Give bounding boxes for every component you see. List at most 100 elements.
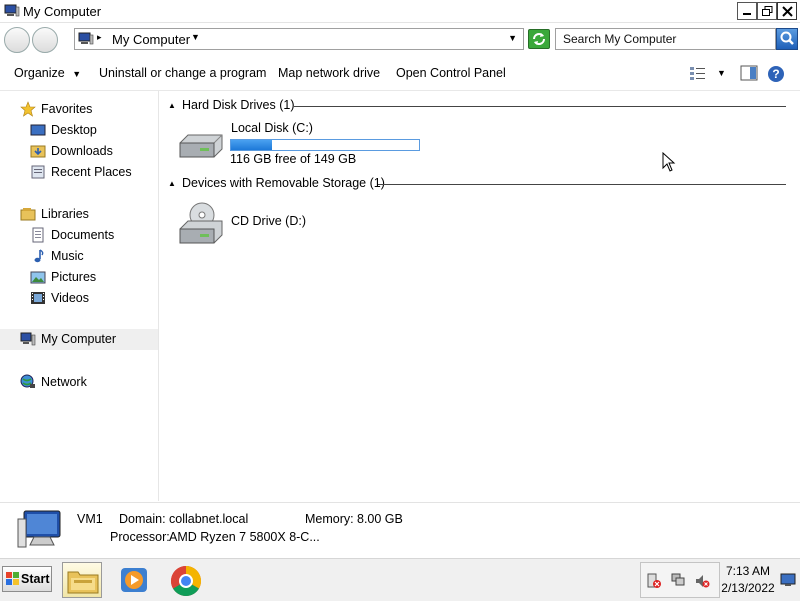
- media-player-icon: [121, 568, 147, 592]
- drive-usage-fill: [231, 140, 273, 150]
- nav-label: Downloads: [51, 144, 113, 158]
- processor-value: AMD Ryzen 7 5800X 8-C...: [169, 530, 320, 544]
- drive-usage-bar: [230, 139, 420, 151]
- taskbar-media-player[interactable]: [114, 562, 154, 598]
- refresh-button[interactable]: [528, 29, 550, 49]
- nav-item-music[interactable]: Music: [0, 246, 158, 266]
- group-header-hard-disk-drives[interactable]: ▲ Hard Disk Drives (1): [168, 98, 794, 114]
- address-bar[interactable]: ▸ My Computer ▼ ▼: [74, 28, 524, 50]
- group-divider: [378, 184, 786, 185]
- nav-label: Recent Places: [51, 165, 132, 179]
- drive-free-space: 116 GB free of 149 GB: [230, 152, 357, 166]
- nav-item-favorites[interactable]: Favorites: [0, 99, 158, 119]
- taskbar: Start 7:13 AM 2/13/2022: [0, 558, 800, 601]
- organize-label: Organize: [14, 66, 65, 80]
- processor-label: Processor:: [110, 530, 170, 544]
- documents-icon: [32, 227, 44, 243]
- help-icon[interactable]: ?: [767, 65, 785, 83]
- uninstall-program-button[interactable]: Uninstall or change a program: [99, 66, 266, 80]
- mouse-pointer-icon: [662, 152, 676, 172]
- recent-places-icon: [31, 165, 45, 179]
- group-header-removable-storage[interactable]: ▲ Devices with Removable Storage (1): [168, 176, 794, 192]
- start-button[interactable]: Start: [2, 566, 52, 592]
- notification-area: [640, 562, 720, 598]
- nav-item-videos[interactable]: Videos: [0, 288, 158, 308]
- breadcrumb-separator-icon[interactable]: ▸: [97, 32, 102, 43]
- nav-label: Network: [41, 375, 87, 389]
- nav-item-downloads[interactable]: Downloads: [0, 141, 158, 161]
- hard-drive-icon: [179, 134, 223, 158]
- nav-label: Documents: [51, 228, 115, 242]
- nav-item-network[interactable]: Network: [0, 372, 158, 392]
- computer-large-icon: [17, 510, 61, 548]
- search-input[interactable]: Search My Computer: [555, 28, 776, 50]
- action-center-warning-icon[interactable]: [646, 573, 662, 589]
- search-icon: [780, 31, 794, 45]
- address-row: ▸ My Computer ▼ ▼ Search My Computer: [0, 23, 800, 57]
- folder-icon: [67, 571, 99, 594]
- view-options-icon[interactable]: [689, 65, 707, 81]
- drive-name: CD Drive (D:): [231, 214, 306, 228]
- close-button[interactable]: [777, 2, 797, 20]
- restore-icon: [761, 5, 772, 16]
- system-clock[interactable]: 7:13 AM 2/13/2022: [720, 563, 776, 597]
- organize-button[interactable]: Organize ▼: [14, 66, 81, 80]
- group-title: Devices with Removable Storage (1): [182, 176, 385, 190]
- details-pane: VM1 Domain: collabnet.local Memory: 8.00…: [0, 502, 800, 558]
- clock-time: 7:13 AM: [725, 564, 771, 578]
- open-control-panel-button[interactable]: Open Control Panel: [396, 66, 506, 80]
- start-label: Start: [21, 572, 50, 586]
- collapse-triangle-icon[interactable]: ▲: [168, 101, 176, 110]
- taskbar-explorer[interactable]: [62, 562, 102, 598]
- forward-button[interactable]: [32, 27, 58, 53]
- nav-item-documents[interactable]: Documents: [0, 225, 158, 245]
- address-dropdown-icon[interactable]: ▼: [508, 33, 517, 43]
- back-button[interactable]: [4, 27, 30, 53]
- nav-item-libraries[interactable]: Libraries: [0, 204, 158, 224]
- group-title: Hard Disk Drives (1): [182, 98, 295, 112]
- minimize-icon: [743, 13, 751, 15]
- svg-text:?: ?: [772, 67, 779, 81]
- taskbar-chrome[interactable]: [166, 562, 206, 598]
- close-icon: [781, 5, 793, 17]
- computer-icon: [78, 32, 94, 45]
- navigation-pane: Favorites Desktop Downloads Recent Place…: [0, 91, 159, 501]
- map-network-drive-button[interactable]: Map network drive: [278, 66, 380, 80]
- network-icon: [20, 374, 35, 388]
- preview-pane-icon[interactable]: [740, 65, 758, 81]
- refresh-icon: [533, 33, 545, 45]
- music-icon: [34, 249, 44, 263]
- nav-item-pictures[interactable]: Pictures: [0, 267, 158, 287]
- show-desktop-icon[interactable]: [780, 573, 796, 587]
- nav-item-recent-places[interactable]: Recent Places: [0, 162, 158, 182]
- volume-muted-icon[interactable]: [694, 573, 710, 589]
- nav-label: Pictures: [51, 270, 97, 284]
- search-button[interactable]: [776, 28, 798, 50]
- videos-icon: [31, 292, 45, 304]
- pictures-icon: [30, 271, 46, 284]
- nav-item-desktop[interactable]: Desktop: [0, 120, 158, 140]
- chevron-down-icon[interactable]: ▼: [191, 32, 200, 42]
- windows-logo-icon: [6, 572, 19, 585]
- chevron-down-icon: ▼: [72, 69, 82, 79]
- clock-date: 2/13/2022: [721, 581, 775, 595]
- star-icon: [20, 101, 36, 117]
- cd-drive-icon: [179, 202, 223, 244]
- network-status-icon[interactable]: [670, 572, 686, 588]
- nav-item-my-computer[interactable]: My Computer: [0, 329, 158, 350]
- window-title: My Computer: [23, 4, 102, 19]
- computer-icon: [4, 4, 20, 17]
- views-dropdown-icon[interactable]: ▼: [717, 68, 726, 78]
- nav-label: Music: [51, 249, 84, 263]
- restore-button[interactable]: [757, 2, 777, 20]
- libraries-icon: [20, 208, 36, 221]
- drive-cd-d[interactable]: CD Drive (D:): [176, 199, 336, 247]
- nav-label: Videos: [51, 291, 89, 305]
- domain-label: Domain:: [119, 512, 166, 526]
- domain-value: collabnet.local: [169, 512, 249, 526]
- minimize-button[interactable]: [737, 2, 757, 20]
- computer-icon: [20, 332, 36, 346]
- drive-local-disk-c[interactable]: Local Disk (C:) 116 GB free of 149 GB: [176, 119, 446, 167]
- breadcrumb[interactable]: My Computer: [112, 32, 190, 47]
- collapse-triangle-icon[interactable]: ▲: [168, 179, 176, 188]
